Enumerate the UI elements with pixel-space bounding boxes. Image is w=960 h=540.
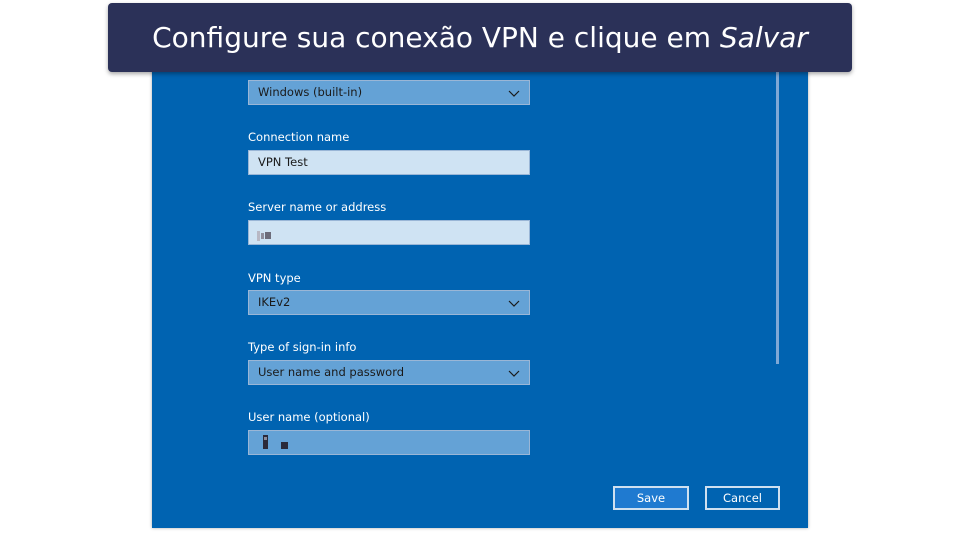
sign-in-type-value: User name and password (258, 365, 405, 379)
save-button[interactable]: Save (613, 486, 689, 510)
server-name-input[interactable] (248, 220, 530, 245)
banner-emphasis: Salvar (719, 21, 808, 54)
banner-text: Configure sua conexão VPN e clique em (152, 21, 720, 54)
instruction-banner: Configure sua conexão VPN e clique em Sa… (108, 3, 852, 72)
chevron-down-icon (507, 86, 521, 100)
server-name-label: Server name or address (248, 200, 387, 214)
chevron-down-icon (507, 296, 521, 310)
sign-in-type-select[interactable]: User name and password (248, 360, 530, 385)
vpn-type-label: VPN type (248, 271, 301, 285)
vpn-type-select[interactable]: IKEv2 (248, 290, 530, 315)
connection-name-input[interactable]: VPN Test (248, 150, 530, 175)
vpn-provider-select[interactable]: Windows (built-in) (248, 80, 530, 105)
vpn-type-value: IKEv2 (258, 295, 291, 309)
connection-name-value: VPN Test (258, 155, 308, 169)
sign-in-type-label: Type of sign-in info (248, 340, 357, 354)
scrollbar[interactable] (776, 70, 779, 364)
vpn-provider-value: Windows (built-in) (258, 85, 363, 99)
username-label: User name (optional) (248, 410, 370, 424)
username-input[interactable] (248, 430, 530, 455)
redacted-value (257, 226, 275, 249)
redacted-value (263, 434, 291, 458)
connection-name-label: Connection name (248, 130, 350, 144)
chevron-down-icon (507, 366, 521, 380)
cancel-button[interactable]: Cancel (705, 486, 780, 510)
